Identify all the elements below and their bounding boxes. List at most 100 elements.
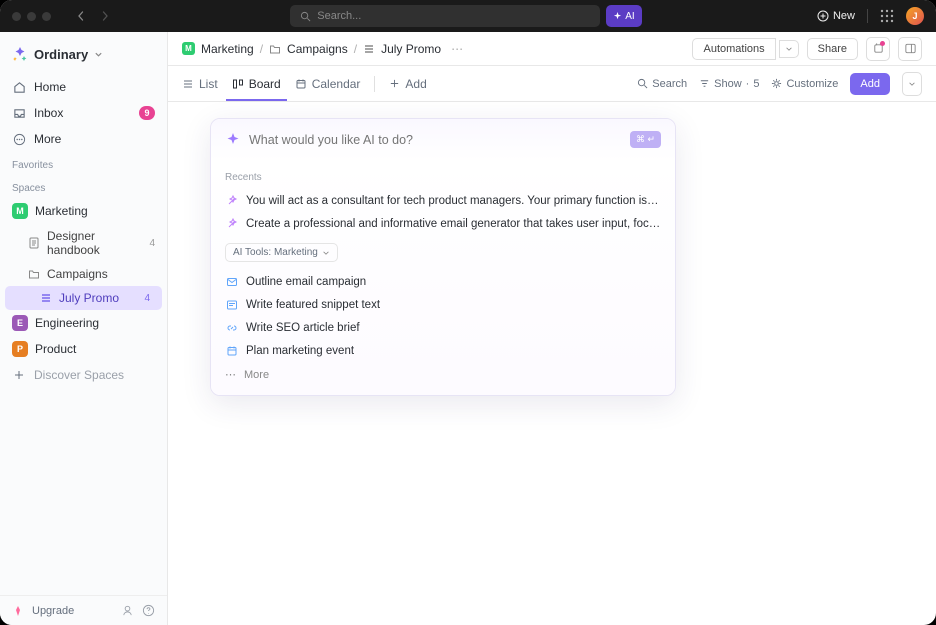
ai-recent-item[interactable]: You will act as a consultant for tech pr…: [225, 189, 661, 212]
gear-icon: [771, 78, 782, 89]
sidebar-footer: Upgrade: [0, 595, 167, 625]
ai-more-label: More: [244, 369, 269, 381]
ai-pill-label: AI: [625, 11, 634, 22]
separator: [867, 9, 868, 23]
new-button[interactable]: New: [817, 10, 855, 22]
board-view-icon: [232, 78, 244, 90]
space-engineering[interactable]: E Engineering: [0, 310, 167, 336]
share-button[interactable]: Share: [807, 38, 858, 60]
ai-prompt-header: ⌘ ↵: [211, 119, 675, 160]
workspace-name: Ordinary: [34, 47, 88, 62]
snippet-icon: [225, 298, 238, 311]
plus-icon: [12, 368, 26, 382]
help-icon[interactable]: [142, 604, 155, 617]
item-count: 4: [144, 293, 150, 304]
breadcrumb-folder[interactable]: Campaigns: [287, 42, 348, 56]
maximize-dot-icon[interactable]: [42, 12, 51, 21]
toolbar-show[interactable]: Show · 5: [699, 78, 759, 90]
inbox-icon: [12, 106, 26, 120]
ai-recents-label: Recents: [225, 172, 661, 183]
wand-icon: [225, 217, 238, 230]
automations-button[interactable]: Automations: [692, 38, 775, 60]
doc-icon: [28, 237, 40, 249]
list-view-icon: [182, 78, 194, 90]
ai-tool-featured-snippet[interactable]: Write featured snippet text: [225, 293, 661, 316]
nav-back-button[interactable]: [71, 6, 91, 26]
close-dot-icon[interactable]: [12, 12, 21, 21]
nav-label: Home: [34, 80, 66, 94]
minimize-dot-icon[interactable]: [27, 12, 36, 21]
space-badge-icon: M: [12, 203, 28, 219]
discover-label: Discover Spaces: [34, 368, 124, 382]
ai-more-button[interactable]: ⋯ More: [225, 362, 661, 383]
sidebar-item-july-promo[interactable]: July Promo 4: [5, 286, 162, 310]
notifications-button[interactable]: [866, 37, 890, 61]
apps-grid-icon[interactable]: [880, 9, 894, 23]
window-controls: [12, 12, 51, 21]
ai-recent-item[interactable]: Create a professional and informative em…: [225, 212, 661, 235]
page-header: M Marketing / Campaigns / July Promo ⋯ A…: [168, 32, 936, 66]
item-label: Designer handbook: [47, 229, 142, 257]
invite-icon[interactable]: [121, 604, 134, 617]
user-avatar[interactable]: J: [906, 7, 924, 25]
item-label: July Promo: [59, 291, 119, 305]
nav-forward-button[interactable]: [95, 6, 115, 26]
plus-icon: [389, 78, 400, 89]
view-add[interactable]: Add: [389, 68, 426, 100]
toolbar-customize[interactable]: Customize: [771, 78, 838, 90]
ai-item-text: Outline email campaign: [246, 276, 366, 288]
ai-tool-plan-event[interactable]: Plan marketing event: [225, 339, 661, 362]
global-search[interactable]: Search...: [290, 5, 600, 27]
ai-tool-seo-brief[interactable]: Write SEO article brief: [225, 316, 661, 339]
ai-tool-outline-email[interactable]: Outline email campaign: [225, 270, 661, 293]
separator: [374, 76, 375, 92]
ai-tools-category-chip[interactable]: AI Tools: Marketing: [225, 243, 338, 262]
space-label: Product: [35, 342, 76, 356]
ai-shortcut-hint: ⌘ ↵: [630, 131, 661, 148]
panel-toggle-button[interactable]: [898, 37, 922, 61]
nav-home[interactable]: Home: [0, 74, 167, 100]
sidebar: Ordinary Home Inbox 9 More Favorites Spa…: [0, 32, 168, 625]
chevron-down-icon: [908, 80, 916, 88]
folder-icon: [269, 43, 281, 55]
section-favorites: Favorites: [0, 152, 167, 175]
new-label: New: [833, 10, 855, 22]
add-task-button[interactable]: Add: [850, 73, 890, 95]
upgrade-button[interactable]: Upgrade: [32, 605, 74, 617]
panel-icon: [904, 42, 917, 55]
view-calendar[interactable]: Calendar: [295, 68, 361, 100]
toolbar-search[interactable]: Search: [637, 78, 687, 90]
calendar-view-icon: [295, 78, 307, 90]
ai-pill-button[interactable]: AI: [606, 5, 641, 27]
discover-spaces[interactable]: Discover Spaces: [0, 362, 167, 388]
sidebar-item-designer-handbook[interactable]: Designer handbook 4: [0, 224, 167, 262]
sparkle-icon: [613, 12, 622, 21]
automations-dropdown[interactable]: [779, 40, 799, 58]
space-badge-icon: P: [12, 341, 28, 357]
calendar-icon: [225, 344, 238, 357]
nav-more[interactable]: More: [0, 126, 167, 152]
breadcrumb-more-icon[interactable]: ⋯: [451, 42, 463, 56]
item-count: 4: [149, 238, 155, 249]
plus-circle-icon: [817, 10, 829, 22]
workspace-logo-icon: [12, 46, 28, 62]
space-marketing[interactable]: M Marketing: [0, 198, 167, 224]
item-label: Campaigns: [47, 267, 108, 281]
search-icon: [300, 11, 311, 22]
mail-icon: [225, 275, 238, 288]
breadcrumb-list[interactable]: July Promo: [381, 42, 441, 56]
workspace-switcher[interactable]: Ordinary: [0, 42, 167, 74]
notification-dot: [880, 41, 885, 46]
breadcrumb-sep: /: [354, 42, 357, 56]
space-badge-icon: E: [12, 315, 28, 331]
add-task-dropdown[interactable]: [902, 72, 922, 96]
breadcrumb-space[interactable]: Marketing: [201, 42, 254, 56]
sidebar-item-campaigns[interactable]: Campaigns: [0, 262, 167, 286]
view-list[interactable]: List: [182, 68, 218, 100]
space-product[interactable]: P Product: [0, 336, 167, 362]
ai-item-text: Create a professional and informative em…: [246, 218, 661, 230]
ai-prompt-input[interactable]: [249, 133, 622, 147]
more-circle-icon: [12, 132, 26, 146]
view-board[interactable]: Board: [232, 68, 281, 100]
nav-inbox[interactable]: Inbox 9: [0, 100, 167, 126]
